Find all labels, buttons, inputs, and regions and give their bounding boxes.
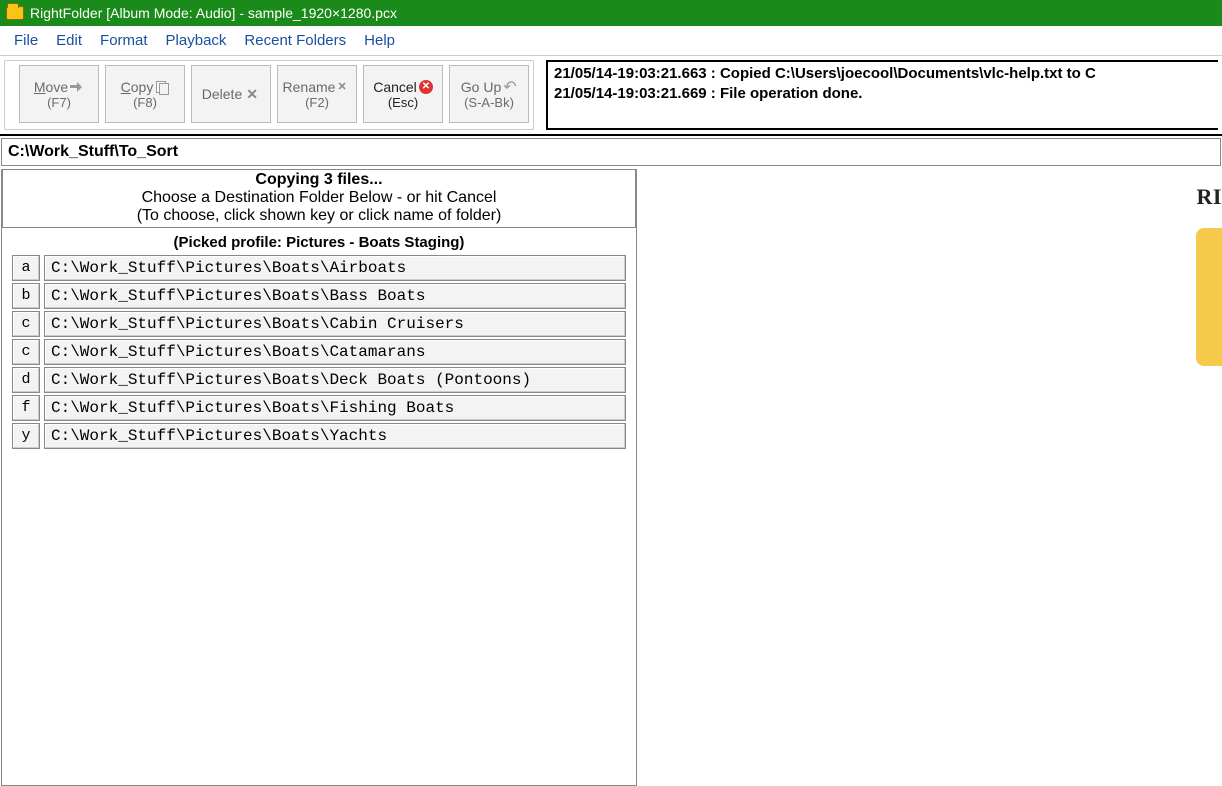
dest-heading-line3: (To choose, click shown key or click nam… (3, 207, 635, 225)
menu-playback[interactable]: Playback (158, 29, 235, 52)
destination-path[interactable]: C:\Work_Stuff\Pictures\Boats\Fishing Boa… (44, 395, 626, 421)
go-up-shortcut: (S-A-Bk) (464, 95, 514, 110)
delete-icon (246, 87, 260, 101)
destination-path[interactable]: C:\Work_Stuff\Pictures\Boats\Cabin Cruis… (44, 311, 626, 337)
preview-backdrop: RI (654, 172, 1222, 482)
destination-key[interactable]: c (12, 339, 40, 365)
destination-row: cC:\Work_Stuff\Pictures\Boats\Catamarans (12, 339, 626, 365)
menu-file[interactable]: File (6, 29, 46, 52)
destination-panel: Copying 3 files... Choose a Destination … (1, 169, 637, 786)
move-accel: M (34, 79, 46, 95)
cancel-icon (419, 80, 433, 94)
destination-row: dC:\Work_Stuff\Pictures\Boats\Deck Boats… (12, 367, 626, 393)
destination-key[interactable]: d (12, 367, 40, 393)
copy-shortcut: (F8) (133, 95, 157, 110)
destination-heading: Copying 3 files... Choose a Destination … (2, 170, 636, 228)
menu-help[interactable]: Help (356, 29, 403, 52)
cancel-label: Cancel (373, 79, 417, 95)
move-icon (70, 80, 84, 94)
log-line: 21/05/14-19:03:21.669 : File operation d… (554, 84, 1212, 104)
destination-path[interactable]: C:\Work_Stuff\Pictures\Boats\Yachts (44, 423, 626, 449)
rename-shortcut: (F2) (305, 95, 329, 110)
log-pane: 21/05/14-19:03:21.663 : Copied C:\Users\… (546, 60, 1218, 130)
preview-cut-text: RI (1197, 184, 1222, 210)
destination-path[interactable]: C:\Work_Stuff\Pictures\Boats\Airboats (44, 255, 626, 281)
dest-profile: (Picked profile: Pictures - Boats Stagin… (2, 228, 636, 255)
rename-label: Rename (283, 79, 336, 95)
toolbar: Move (F7) Copy (F8) Delete Rename (F2) (4, 60, 534, 130)
destination-key[interactable]: b (12, 283, 40, 309)
toolbar-area: Move (F7) Copy (F8) Delete Rename (F2) (0, 56, 1222, 136)
folder-graphic (1196, 228, 1222, 366)
rename-button[interactable]: Rename (F2) (277, 65, 357, 123)
current-path: C:\Work_Stuff\To_Sort (1, 138, 1221, 166)
delete-button[interactable]: Delete (191, 65, 271, 123)
go-up-label: Go Up (461, 79, 501, 95)
move-button[interactable]: Move (F7) (19, 65, 99, 123)
go-up-icon (503, 80, 517, 94)
log-line: 21/05/14-19:03:21.663 : Copied C:\Users\… (554, 64, 1212, 84)
delete-label: Delete (202, 86, 242, 102)
move-shortcut: (F7) (47, 95, 71, 110)
copy-button[interactable]: Copy (F8) (105, 65, 185, 123)
cancel-button[interactable]: Cancel (Esc) (363, 65, 443, 123)
destination-key[interactable]: c (12, 311, 40, 337)
window-title: RightFolder [Album Mode: Audio] - sample… (30, 5, 397, 21)
destination-key[interactable]: f (12, 395, 40, 421)
main-split: Copying 3 files... Choose a Destination … (0, 168, 1222, 786)
destination-path[interactable]: C:\Work_Stuff\Pictures\Boats\Deck Boats … (44, 367, 626, 393)
menu-edit[interactable]: Edit (48, 29, 90, 52)
preview-pane: RI (638, 168, 1222, 786)
destination-row: cC:\Work_Stuff\Pictures\Boats\Cabin Crui… (12, 311, 626, 337)
dest-heading-line2: Choose a Destination Folder Below - or h… (3, 189, 635, 207)
preview-empty (680, 488, 1222, 786)
menu-recent[interactable]: Recent Folders (236, 29, 354, 52)
rename-icon (337, 80, 351, 94)
destination-key[interactable]: a (12, 255, 40, 281)
destination-row: fC:\Work_Stuff\Pictures\Boats\Fishing Bo… (12, 395, 626, 421)
copy-accel: C (121, 79, 131, 95)
destination-path[interactable]: C:\Work_Stuff\Pictures\Boats\Catamarans (44, 339, 626, 365)
dest-heading-bold: Copying 3 files... (3, 171, 635, 189)
cancel-shortcut: (Esc) (388, 95, 418, 110)
title-bar: RightFolder [Album Mode: Audio] - sample… (0, 0, 1222, 26)
destination-row: yC:\Work_Stuff\Pictures\Boats\Yachts (12, 423, 626, 449)
destination-key[interactable]: y (12, 423, 40, 449)
destination-row: bC:\Work_Stuff\Pictures\Boats\Bass Boats (12, 283, 626, 309)
app-icon (6, 6, 24, 20)
destination-list: aC:\Work_Stuff\Pictures\Boats\AirboatsbC… (2, 255, 636, 449)
menu-bar: File Edit Format Playback Recent Folders… (0, 26, 1222, 56)
destination-path[interactable]: C:\Work_Stuff\Pictures\Boats\Bass Boats (44, 283, 626, 309)
copy-icon (155, 80, 169, 94)
menu-format[interactable]: Format (92, 29, 156, 52)
destination-row: aC:\Work_Stuff\Pictures\Boats\Airboats (12, 255, 626, 281)
go-up-button[interactable]: Go Up (S-A-Bk) (449, 65, 529, 123)
